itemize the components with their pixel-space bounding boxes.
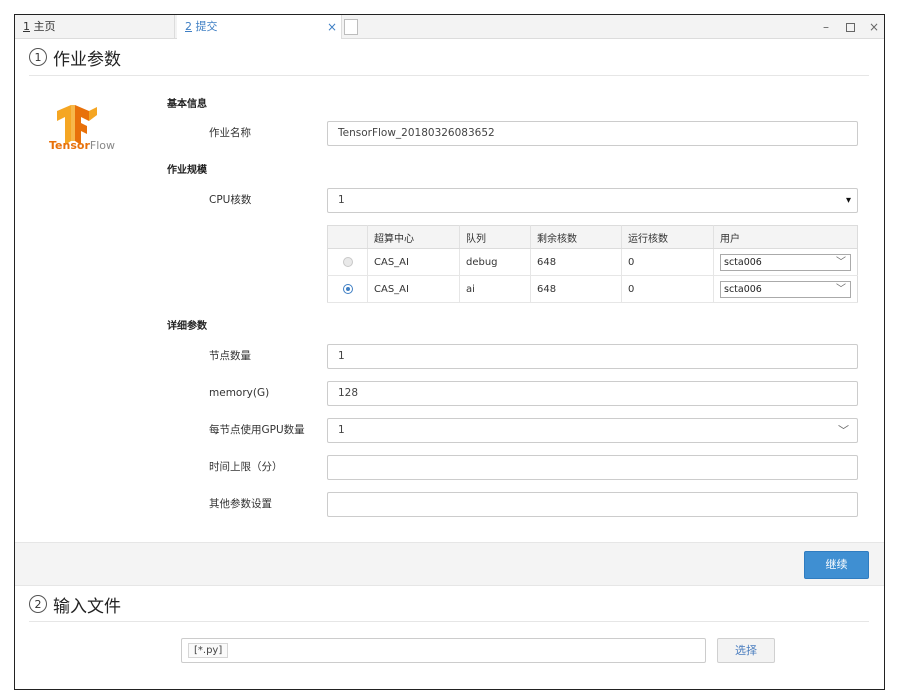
- details-heading: 详细参数: [167, 321, 207, 332]
- cpu-cores-select[interactable]: 1 ▾: [327, 188, 858, 213]
- user-select[interactable]: scta006 ﹀: [720, 280, 851, 298]
- section-divider: [29, 75, 869, 76]
- step-number-2: 2: [29, 595, 47, 613]
- table-header-free-cores: 剩余核数: [530, 225, 622, 249]
- tab-bar: 1 主页 2 提交 × – ×: [15, 15, 884, 39]
- file-path-input[interactable]: [*.py]: [181, 638, 706, 663]
- table-header-select: [327, 225, 368, 249]
- cell-queue: ai: [459, 275, 531, 303]
- tab-home[interactable]: 1 主页: [15, 15, 175, 39]
- tab-submit[interactable]: 2 提交: [177, 15, 342, 39]
- maximize-icon[interactable]: [841, 15, 859, 39]
- cell-user: scta006 ﹀: [713, 248, 858, 276]
- cell-free-cores: 648: [530, 275, 622, 303]
- tab-close-icon[interactable]: ×: [325, 15, 339, 39]
- radio-button[interactable]: [342, 256, 353, 267]
- minimize-icon[interactable]: –: [817, 15, 835, 39]
- other-params-input[interactable]: [327, 492, 858, 517]
- table-header-center: 超算中心: [367, 225, 460, 249]
- window-close-icon[interactable]: ×: [865, 15, 883, 39]
- row-radio-cell[interactable]: [327, 248, 368, 276]
- gpu-per-node-label: 每节点使用GPU数量: [209, 424, 305, 436]
- job-scale-heading: 作业规模: [167, 165, 207, 176]
- table-header-row: 超算中心 队列 剩余核数 运行核数 用户: [327, 225, 858, 249]
- tensorflow-wordmark: TensorFlow: [49, 139, 115, 152]
- section-divider: [29, 621, 869, 622]
- time-limit-label: 时间上限（分）: [209, 461, 283, 473]
- section-input-files-title[interactable]: 2 输入文件: [29, 592, 121, 617]
- chevron-down-icon: ﹀: [836, 283, 846, 295]
- step-number-1: 1: [29, 48, 47, 66]
- memory-input[interactable]: 128: [327, 381, 858, 406]
- choose-file-button[interactable]: 选择: [717, 638, 775, 663]
- other-params-label: 其他参数设置: [209, 498, 272, 510]
- cell-user: scta006 ﹀: [713, 275, 858, 303]
- section-job-params-label: 作业参数: [53, 49, 121, 70]
- table-header-queue: 队列: [459, 225, 531, 249]
- memory-label: memory(G): [209, 387, 270, 399]
- job-name-label: 作业名称: [209, 127, 251, 139]
- section-input-files-label: 输入文件: [53, 596, 121, 617]
- cell-running-cores: 0: [621, 248, 714, 276]
- tab-home-number: 1: [23, 20, 30, 33]
- node-count-label: 节点数量: [209, 350, 251, 362]
- chevron-down-icon: ﹀: [836, 256, 846, 268]
- time-limit-input[interactable]: [327, 455, 858, 480]
- radio-button-selected[interactable]: [342, 283, 353, 294]
- cell-center: CAS_AI: [367, 275, 460, 303]
- user-select-value: scta006: [724, 256, 762, 268]
- new-tab-button[interactable]: [344, 19, 358, 35]
- tab-submit-number: 2: [185, 20, 192, 33]
- cell-queue: debug: [459, 248, 531, 276]
- section-footer: [15, 542, 884, 586]
- job-name-input[interactable]: TensorFlow_20180326083652: [327, 121, 858, 146]
- table-header-running-cores: 运行核数: [621, 225, 714, 249]
- cell-center: CAS_AI: [367, 248, 460, 276]
- table-row[interactable]: CAS_AI ai 648 0 scta006 ﹀: [327, 275, 858, 303]
- continue-button[interactable]: 继续: [804, 551, 869, 579]
- basic-info-heading: 基本信息: [167, 99, 207, 110]
- caret-down-icon: ▾: [845, 195, 851, 206]
- queue-table: 超算中心 队列 剩余核数 运行核数 用户 CAS_AI debug 648 0 …: [327, 225, 858, 303]
- chevron-down-icon: ﹀: [838, 424, 849, 437]
- cpu-cores-value: 1: [338, 194, 345, 206]
- cpu-cores-label: CPU核数: [209, 194, 252, 206]
- section-job-params-title[interactable]: 1 作业参数: [29, 45, 121, 70]
- app-window: 1 主页 2 提交 × – × 1 作业参数 TensorFlow 基本信息 作…: [14, 14, 885, 690]
- cell-running-cores: 0: [621, 275, 714, 303]
- row-radio-cell[interactable]: [327, 275, 368, 303]
- gpu-per-node-value: 1: [338, 424, 345, 436]
- user-select-value: scta006: [724, 283, 762, 295]
- cell-free-cores: 648: [530, 248, 622, 276]
- user-select[interactable]: scta006 ﹀: [720, 253, 851, 271]
- file-filter-chip: [*.py]: [188, 643, 229, 658]
- table-header-user: 用户: [713, 225, 858, 249]
- tab-home-label: 主页: [33, 20, 56, 33]
- table-row[interactable]: CAS_AI debug 648 0 scta006 ﹀: [327, 248, 858, 276]
- tab-submit-label: 提交: [195, 20, 218, 33]
- gpu-per-node-select[interactable]: 1 ﹀: [327, 418, 858, 443]
- node-count-input[interactable]: 1: [327, 344, 858, 369]
